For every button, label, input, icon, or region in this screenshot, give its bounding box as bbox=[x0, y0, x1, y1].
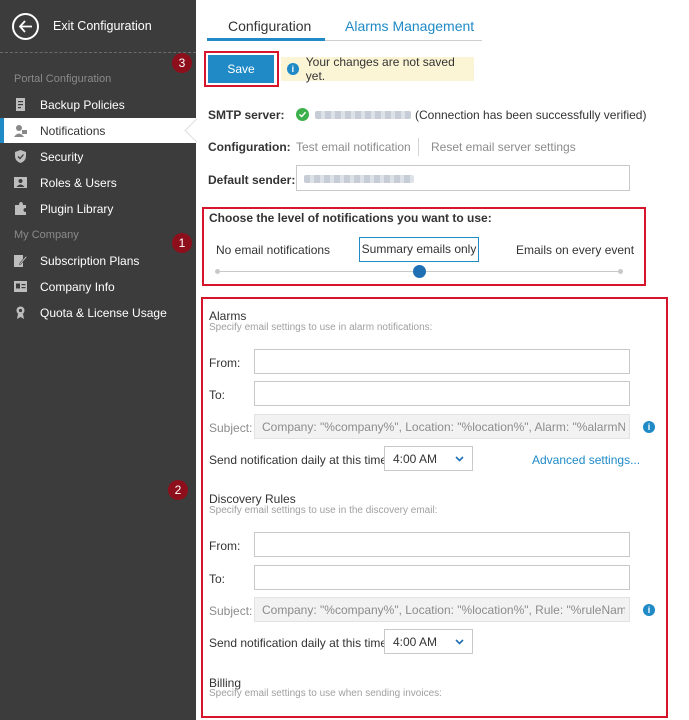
sidebar-item-label: Roles & Users bbox=[40, 176, 117, 190]
default-sender-redacted bbox=[304, 175, 414, 183]
discovery-subject-value: Company: "%company%", Location: "%locati… bbox=[262, 603, 625, 617]
callout-badge-2: 2 bbox=[168, 480, 188, 500]
default-sender-label: Default sender: bbox=[208, 173, 296, 187]
sidebar-item-security[interactable]: Security bbox=[0, 144, 196, 169]
tab-alarms-management[interactable]: Alarms Management bbox=[345, 18, 474, 34]
sidebar-item-company-info[interactable]: Company Info bbox=[0, 274, 196, 299]
alarms-subject-label: Subject: bbox=[209, 421, 253, 435]
alarms-title: Alarms bbox=[209, 309, 247, 323]
default-sender-input[interactable] bbox=[296, 165, 630, 191]
smtp-status-text: (Connection has been successfully verifi… bbox=[415, 108, 647, 122]
discovery-subject-label: Subject: bbox=[209, 604, 253, 618]
slider-tick bbox=[618, 269, 623, 274]
alarms-subject-input: Company: "%company%", Location: "%locati… bbox=[254, 414, 630, 439]
sidebar-item-label: Security bbox=[40, 150, 84, 164]
unsaved-warning: i Your changes are not saved yet. bbox=[281, 55, 474, 83]
callout-badge-3: 3 bbox=[172, 53, 192, 73]
callout-badge-1: 1 bbox=[172, 233, 192, 253]
sidebar-divider bbox=[0, 52, 196, 53]
reset-email-server-settings-link[interactable]: Reset email server settings bbox=[431, 140, 576, 154]
option-no-email-notifications[interactable]: No email notifications bbox=[216, 243, 330, 257]
sidebar-item-quota-license-usage[interactable]: Quota & License Usage bbox=[0, 300, 196, 325]
sidebar-item-subscription-plans[interactable]: Subscription Plans bbox=[0, 248, 196, 273]
sidebar-item-label: Plugin Library bbox=[40, 202, 114, 216]
option-emails-on-every-event[interactable]: Emails on every event bbox=[516, 243, 634, 257]
chevron-down-icon bbox=[455, 639, 464, 645]
chevron-down-icon bbox=[455, 456, 464, 462]
discovery-time-select[interactable]: 4:00 AM bbox=[384, 629, 473, 654]
document-icon bbox=[14, 98, 27, 111]
alarms-schedule-label: Send notification daily at this time: bbox=[209, 453, 391, 467]
alarms-time-select[interactable]: 4:00 AM bbox=[384, 446, 473, 471]
discovery-from-input[interactable] bbox=[254, 532, 630, 557]
alarms-subtitle: Specify email settings to use in alarm n… bbox=[209, 322, 433, 333]
smtp-server-redacted bbox=[315, 111, 411, 119]
option-summary-emails-only[interactable]: Summary emails only bbox=[359, 237, 479, 262]
sidebar-item-label: Quota & License Usage bbox=[40, 306, 167, 320]
user-card-icon bbox=[14, 176, 27, 189]
notification-level-heading: Choose the level of notifications you wa… bbox=[209, 211, 492, 225]
puzzle-icon bbox=[14, 202, 27, 215]
shield-check-icon bbox=[14, 150, 27, 163]
billing-subtitle: Specify email settings to use when sendi… bbox=[209, 688, 442, 699]
id-card-icon bbox=[14, 280, 27, 293]
notification-level-slider-handle[interactable] bbox=[413, 265, 426, 278]
active-tab-indicator bbox=[207, 38, 325, 41]
exit-configuration-button[interactable]: Exit Configuration bbox=[0, 0, 196, 52]
info-icon: i bbox=[287, 63, 299, 75]
tab-configuration[interactable]: Configuration bbox=[228, 18, 311, 34]
section-my-company: My Company bbox=[14, 229, 79, 241]
alarms-time-value: 4:00 AM bbox=[393, 452, 438, 466]
sidebar-item-label: Company Info bbox=[40, 280, 115, 294]
check-circle-icon bbox=[296, 108, 309, 121]
discovery-to-label: To: bbox=[209, 572, 226, 586]
exit-configuration-label: Exit Configuration bbox=[53, 19, 152, 33]
sidebar-item-label: Subscription Plans bbox=[40, 254, 140, 268]
discovery-title: Discovery Rules bbox=[209, 492, 296, 506]
discovery-subtitle: Specify email settings to use in the dis… bbox=[209, 505, 438, 516]
sidebar-item-plugin-library[interactable]: Plugin Library bbox=[0, 196, 196, 221]
license-icon bbox=[14, 306, 27, 319]
alarms-subject-value: Company: "%company%", Location: "%locati… bbox=[262, 420, 625, 434]
sidebar-item-backup-policies[interactable]: Backup Policies bbox=[0, 92, 196, 117]
discovery-subject-info-icon[interactable]: i bbox=[643, 604, 655, 616]
link-divider bbox=[418, 138, 419, 156]
alarms-from-input[interactable] bbox=[254, 349, 630, 374]
sidebar-item-roles-users[interactable]: Roles & Users bbox=[0, 170, 196, 195]
alarms-from-label: From: bbox=[209, 356, 241, 370]
notification-user-icon bbox=[14, 124, 27, 137]
configuration-label: Configuration: bbox=[208, 140, 291, 154]
alarms-subject-info-icon[interactable]: i bbox=[643, 421, 655, 433]
back-arrow-icon bbox=[12, 13, 39, 40]
sidebar: Exit Configuration Portal Configuration … bbox=[0, 0, 196, 720]
discovery-subject-input: Company: "%company%", Location: "%locati… bbox=[254, 597, 630, 622]
discovery-time-value: 4:00 AM bbox=[393, 635, 438, 649]
discovery-to-input[interactable] bbox=[254, 565, 630, 590]
smtp-server-label: SMTP server: bbox=[208, 108, 285, 122]
section-portal-configuration: Portal Configuration bbox=[14, 73, 112, 85]
alarms-to-label: To: bbox=[209, 388, 226, 402]
test-email-notification-link[interactable]: Test email notification bbox=[296, 140, 411, 154]
discovery-from-label: From: bbox=[209, 539, 241, 553]
slider-tick bbox=[215, 269, 220, 274]
sidebar-item-label: Notifications bbox=[40, 124, 106, 138]
alarms-to-input[interactable] bbox=[254, 381, 630, 406]
edit-document-icon bbox=[14, 254, 28, 267]
discovery-schedule-label: Send notification daily at this time: bbox=[209, 636, 391, 650]
unsaved-warning-text: Your changes are not saved yet. bbox=[305, 55, 455, 83]
save-button[interactable]: Save bbox=[208, 55, 274, 83]
sidebar-item-label: Backup Policies bbox=[40, 98, 125, 112]
sidebar-item-notifications[interactable]: Notifications bbox=[0, 118, 196, 143]
advanced-settings-link[interactable]: Advanced settings... bbox=[532, 453, 640, 467]
